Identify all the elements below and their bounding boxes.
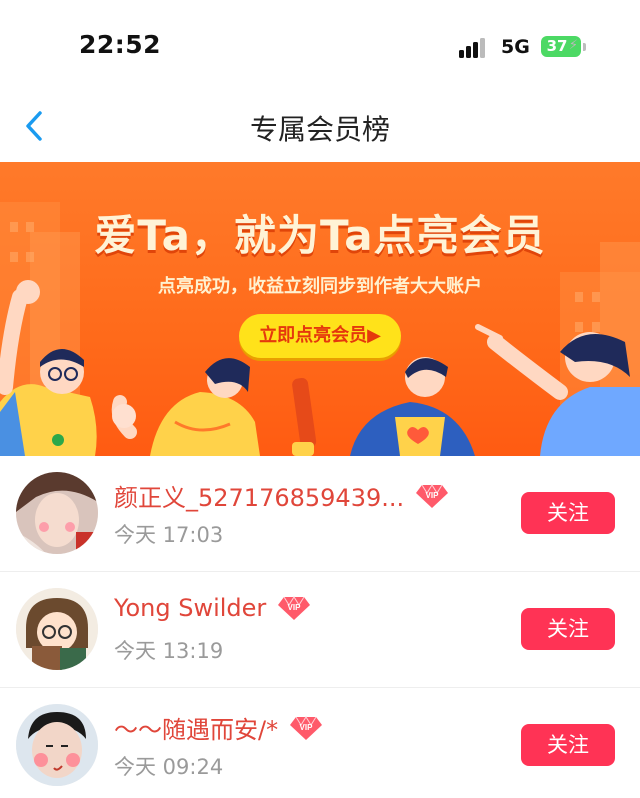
nav-bar: 专属会员榜 <box>0 92 640 162</box>
light-up-membership-button[interactable]: 立即点亮会员▶ <box>239 314 401 358</box>
member-name-line: Yong Swilder VIP <box>114 594 311 630</box>
page-title: 专属会员榜 <box>249 113 390 146</box>
battery-cap <box>583 43 586 51</box>
svg-text:VIP: VIP <box>300 723 314 732</box>
member-name[interactable]: ～～随遇而安/* <box>114 716 278 744</box>
avatar[interactable] <box>16 472 98 554</box>
list-item[interactable]: ～～随遇而安/* VIP 今天 09:24 关注 <box>0 688 640 798</box>
member-time: 今天 09:24 <box>114 755 224 779</box>
follow-button[interactable]: 关注 <box>521 492 615 534</box>
banner-headline: 爱Ta，就为Ta点亮会员 <box>94 211 546 260</box>
member-name-line: ～～随遇而安/* VIP <box>114 710 323 746</box>
vip-diamond-icon: VIP <box>278 596 311 620</box>
vip-diamond-icon: VIP <box>416 483 449 508</box>
vip-diamond-icon: VIP <box>290 715 323 740</box>
promo-banner[interactable]: 爱Ta，就为Ta点亮会员 点亮成功，收益立刻同步到作者大大账户 立即点亮会员▶ <box>0 162 640 456</box>
signal-icon <box>459 36 491 58</box>
avatar[interactable] <box>16 588 98 670</box>
follow-button[interactable]: 关注 <box>521 724 615 766</box>
svg-text:VIP: VIP <box>288 603 302 612</box>
status-time: 22:52 <box>79 30 162 59</box>
network-label: 5G <box>501 36 530 58</box>
svg-text:VIP: VIP <box>426 491 440 500</box>
follow-button[interactable]: 关注 <box>521 608 615 650</box>
avatar[interactable] <box>16 704 98 786</box>
banner-subtitle: 点亮成功，收益立刻同步到作者大大账户 <box>158 276 482 297</box>
member-name-line: 颜正义_527176859439... VIP <box>114 478 449 514</box>
status-bar: 22:52 5G 37 ⚡ <box>0 0 640 92</box>
charging-bolt-icon: ⚡ <box>568 38 578 53</box>
list-item[interactable]: 颜正义_527176859439... VIP 今天 17:03 关注 <box>0 456 640 572</box>
member-name[interactable]: Yong Swilder <box>114 594 266 622</box>
battery-icon: 37 ⚡ <box>541 36 581 57</box>
member-time: 今天 13:19 <box>114 639 224 663</box>
member-name[interactable]: 颜正义_527176859439... <box>114 484 404 512</box>
member-time: 今天 17:03 <box>114 523 224 547</box>
list-item[interactable]: Yong Swilder VIP 今天 13:19 关注 <box>0 572 640 688</box>
member-list: 颜正义_527176859439... VIP 今天 17:03 关注 Yong… <box>0 456 640 798</box>
